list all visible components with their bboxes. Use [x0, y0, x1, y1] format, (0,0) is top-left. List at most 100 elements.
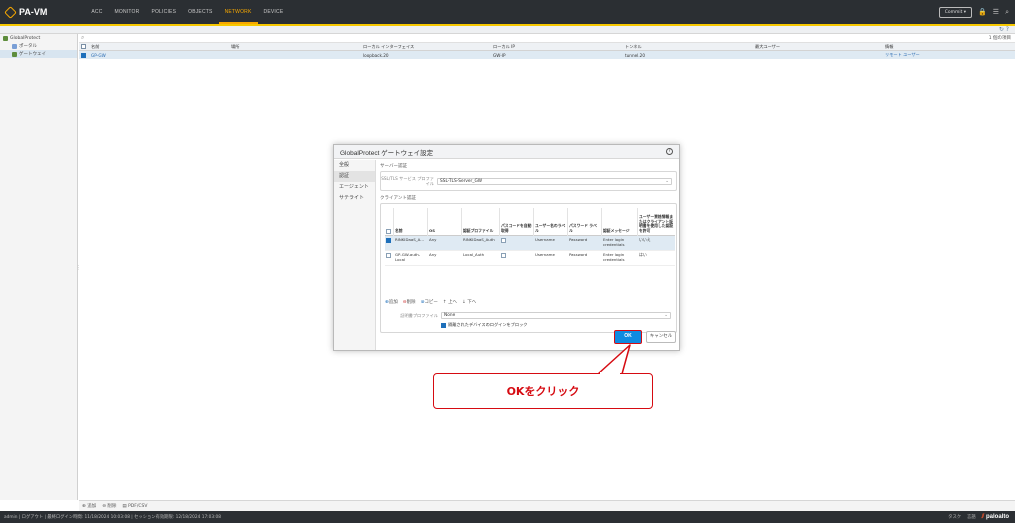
top-bar: PA-VM ACC MONITOR POLICIES OBJECTS NETWO… [0, 0, 1015, 24]
tab-acc[interactable]: ACC [85, 0, 108, 24]
tab-authentication[interactable]: 認証 [334, 171, 375, 182]
block-login-checkbox[interactable] [441, 322, 446, 328]
arrow-down-icon: ↓ [462, 300, 466, 305]
ok-button[interactable]: OK [614, 330, 642, 344]
cell-interface: loopback.20 [363, 52, 389, 58]
col-max-users[interactable]: 最大ユーザー [753, 44, 883, 50]
col-auth-message[interactable]: 認証メッセージ [602, 208, 638, 236]
tab-agent[interactable]: エージェント [334, 182, 375, 193]
delete-button[interactable]: ⊖削除 [403, 299, 416, 305]
table-row[interactable]: RINKIDaaS_A... Any RINKIDaaS_Auth Userna… [385, 236, 675, 251]
arrow-up-icon: ↑ [442, 300, 447, 305]
col-name[interactable]: 名前 [89, 44, 229, 50]
row-checkbox[interactable] [385, 236, 394, 245]
table-row[interactable]: GP-GW loopback.20 GW-IP tunnel.20 リモート ユ… [79, 51, 1015, 59]
add-button[interactable]: ⊕追加 [385, 299, 398, 305]
server-auth-heading: サーバー認証 [380, 164, 407, 169]
sidebar-item-label: ゲートウェイ [19, 52, 46, 57]
move-down-button[interactable]: ↓ 下へ [462, 299, 476, 305]
tab-network[interactable]: NETWORK [218, 0, 258, 24]
col-tunnel[interactable]: トンネル [623, 44, 753, 50]
col-os[interactable]: OS [428, 208, 462, 236]
col-username-label[interactable]: ユーザー名のラベル [534, 208, 568, 236]
commit-button[interactable]: Commit ▾ [938, 7, 973, 18]
row-checkbox[interactable] [79, 52, 89, 58]
cancel-button[interactable]: キャンセル [646, 331, 676, 343]
col-password-label[interactable]: パスワード ラベル [568, 208, 602, 236]
items-count: 1 個の項目 [988, 36, 1011, 41]
search-icon[interactable]: ⌕ [1005, 9, 1009, 16]
add-label: 追加 [87, 504, 97, 509]
block-login-row[interactable]: 隔離されたデバイスのログインをブロック [441, 320, 527, 330]
cell-allow: いいえ [639, 237, 651, 242]
cell-name[interactable]: RINKIDaaS_A... [394, 236, 428, 243]
gateway-icon [12, 51, 17, 57]
nav-tabs: ACC MONITOR POLICIES OBJECTS NETWORK DEV… [85, 0, 289, 24]
cell-name[interactable]: GP-GW-auth-Local [394, 251, 428, 263]
language-link[interactable]: 言語 [967, 514, 976, 520]
col-auto-passcode[interactable]: パスコードを自動取得 [500, 208, 534, 236]
ssl-profile-value: SSL-TLS-Server_GW [440, 178, 483, 184]
delete-label: 削除 [107, 504, 117, 509]
col-interface[interactable]: ローカル インターフェイス [361, 44, 491, 50]
select-all-checkbox[interactable] [385, 208, 394, 236]
col-allow-auth[interactable]: ユーザー資格情報またはクライアント証明書を使用した認証を許可 [638, 208, 675, 236]
app-title: PA-VM [19, 7, 48, 17]
tasks-link[interactable]: タスク [948, 514, 961, 520]
help-icon[interactable]: ? [666, 148, 673, 155]
table-row[interactable]: GP-GW-auth-Local Any Local_Auth Username… [385, 251, 675, 266]
add-button[interactable]: ⊕ 追加 [82, 503, 96, 509]
sidebar-item-gateway[interactable]: ゲートウェイ [0, 50, 77, 58]
sidebar-item-portal[interactable]: ポータル [0, 42, 77, 50]
tab-objects[interactable]: OBJECTS [182, 0, 218, 24]
dialog-body: サーバー認証 SSL/TLS サービス プロファイル SSL-TLS-Serve… [380, 161, 677, 349]
globalprotect-icon [3, 35, 8, 41]
sidebar-item-label: ポータル [19, 44, 37, 49]
down-label: 下へ [467, 300, 477, 305]
gateway-config-dialog: GlobalProtect ゲートウェイ設定 ? 全般 認証 エージェント サテ… [333, 144, 680, 351]
col-info[interactable]: 情報 [883, 44, 1015, 50]
cell-auto-passcode[interactable] [500, 251, 534, 260]
tab-satellite[interactable]: サテライト [334, 193, 375, 204]
dialog-title: GlobalProtect ゲートウェイ設定 [334, 145, 679, 159]
config-icon[interactable]: ☰ [993, 9, 999, 16]
row-checkbox[interactable] [385, 251, 394, 260]
app-logo: PA-VM [4, 5, 48, 19]
cell-username: Username [535, 252, 555, 257]
pdf-csv-button[interactable]: ▤ PDF/CSV [122, 504, 147, 509]
ssl-profile-select[interactable]: SSL-TLS-Server_GW ⌄ [437, 177, 672, 185]
tab-monitor[interactable]: MONITOR [109, 0, 146, 24]
col-local-ip[interactable]: ローカル IP [491, 44, 623, 50]
cell-profile: RINKIDaaS_Auth [463, 237, 495, 242]
cell-tunnel: tunnel.20 [625, 52, 646, 58]
tab-general[interactable]: 全般 [334, 160, 375, 171]
cert-profile-select[interactable]: None ⌄ [441, 311, 671, 319]
search-bar[interactable]: ⌕ [79, 34, 1015, 43]
delete-button[interactable]: ⊖ 削除 [102, 503, 116, 509]
col-location[interactable]: 場所 [229, 44, 361, 50]
tab-policies[interactable]: POLICIES [145, 0, 182, 24]
col-name[interactable]: 名前 [394, 208, 428, 236]
select-all-checkbox[interactable] [79, 44, 89, 50]
bottom-toolbar: ⊕ 追加 ⊖ 削除 ▤ PDF/CSV [79, 500, 1015, 511]
move-up-button[interactable]: ↑ 上へ [443, 299, 457, 305]
cell-auto-passcode[interactable] [500, 236, 534, 245]
top-right-tools: Commit ▾ 🔒 ☰ ⌕ [938, 7, 1009, 18]
copy-button[interactable]: ⊚コピー [421, 299, 438, 305]
cell-name[interactable]: GP-GW [89, 53, 229, 58]
pa-logo-icon [4, 5, 17, 19]
cell-password: Password [569, 252, 588, 257]
ssl-profile-label: SSL/TLS サービス プロファイル [381, 176, 434, 186]
refresh-help-icons[interactable]: ↻ ? [999, 26, 1009, 33]
cell-profile: Local_Auth [463, 252, 485, 257]
lock-icon[interactable]: 🔒 [978, 9, 987, 16]
cell-password: Password [569, 237, 588, 242]
block-login-label: 隔離されたデバイスのログインをブロック [448, 322, 528, 327]
sidebar-item-globalprotect[interactable]: GlobalProtect [0, 34, 77, 42]
tab-device[interactable]: DEVICE [258, 0, 290, 24]
cell-username: Username [535, 237, 555, 242]
sidebar-item-label: GlobalProtect [10, 35, 41, 41]
col-auth-profile[interactable]: 認証プロファイル [462, 208, 500, 236]
status-bar: admin | ログアウト | 最終ログイン時間: 11/18/2024 10:… [0, 511, 1015, 523]
sidebar: GlobalProtect ポータル ゲートウェイ [0, 34, 78, 500]
